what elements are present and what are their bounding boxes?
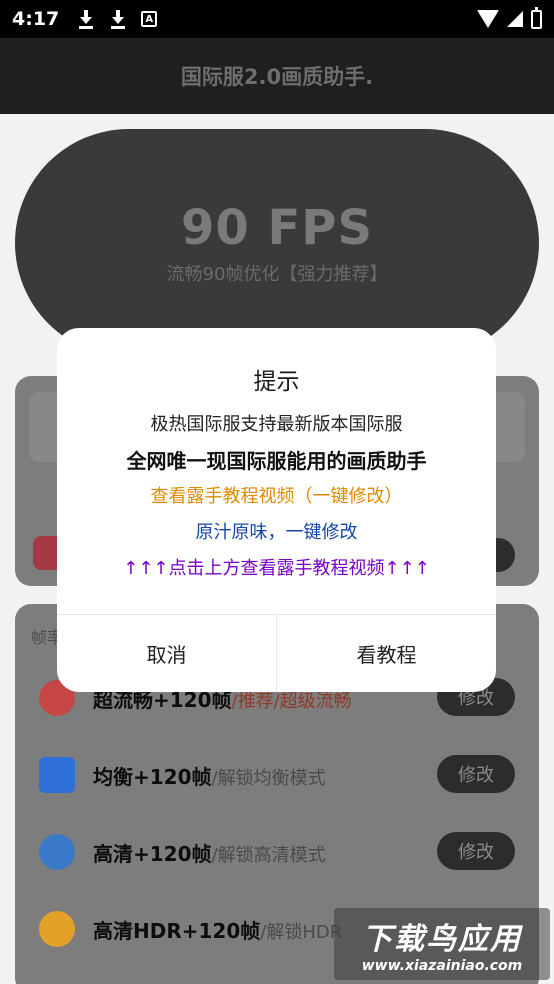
status-time: 4:17 xyxy=(12,8,60,30)
dialog-title: 提示 xyxy=(253,369,300,395)
app-bar: 国际服2.0画质助手. xyxy=(0,38,554,114)
notification-icons: A xyxy=(77,9,158,29)
dialog-actions: 取消 看教程 xyxy=(57,614,496,692)
download-icon xyxy=(77,9,95,29)
signal-icon xyxy=(507,11,523,27)
watermark-url: www.xiazainiao.com xyxy=(361,958,523,974)
watermark-title: 下载鸟应用 xyxy=(362,922,522,957)
system-icons xyxy=(477,6,542,29)
tip-dialog: 提示 极热国际服支持最新版本国际服 全网唯一现国际服能用的画质助手 查看露手教程… xyxy=(57,328,496,692)
dialog-message: 极热国际服支持最新版本国际服 全网唯一现国际服能用的画质助手 查看露手教程视频（… xyxy=(57,414,496,594)
app-title: 国际服2.0画质助手. xyxy=(180,65,374,89)
keyboard-a-icon: A xyxy=(141,11,158,27)
download-icon xyxy=(109,9,127,29)
status-bar: 4:17 A xyxy=(0,0,554,38)
cancel-button[interactable]: 取消 xyxy=(57,615,276,692)
view-tutorial-button[interactable]: 看教程 xyxy=(276,615,496,692)
dialog-line: 极热国际服支持最新版本国际服 xyxy=(150,414,403,435)
tutorial-link[interactable]: 查看露手教程视频（一键修改） xyxy=(57,486,496,508)
dialog-line: ↑↑↑点击上方查看露手教程视频↑↑↑ xyxy=(123,558,430,579)
watermark-logo: 下载鸟应用 www.xiazainiao.com xyxy=(334,908,550,980)
dialog-line: 全网唯一现国际服能用的画质助手 xyxy=(126,449,427,473)
dialog-line: 原汁原味，一键修改 xyxy=(195,522,358,543)
wifi-icon xyxy=(477,10,499,28)
battery-icon xyxy=(531,6,542,29)
